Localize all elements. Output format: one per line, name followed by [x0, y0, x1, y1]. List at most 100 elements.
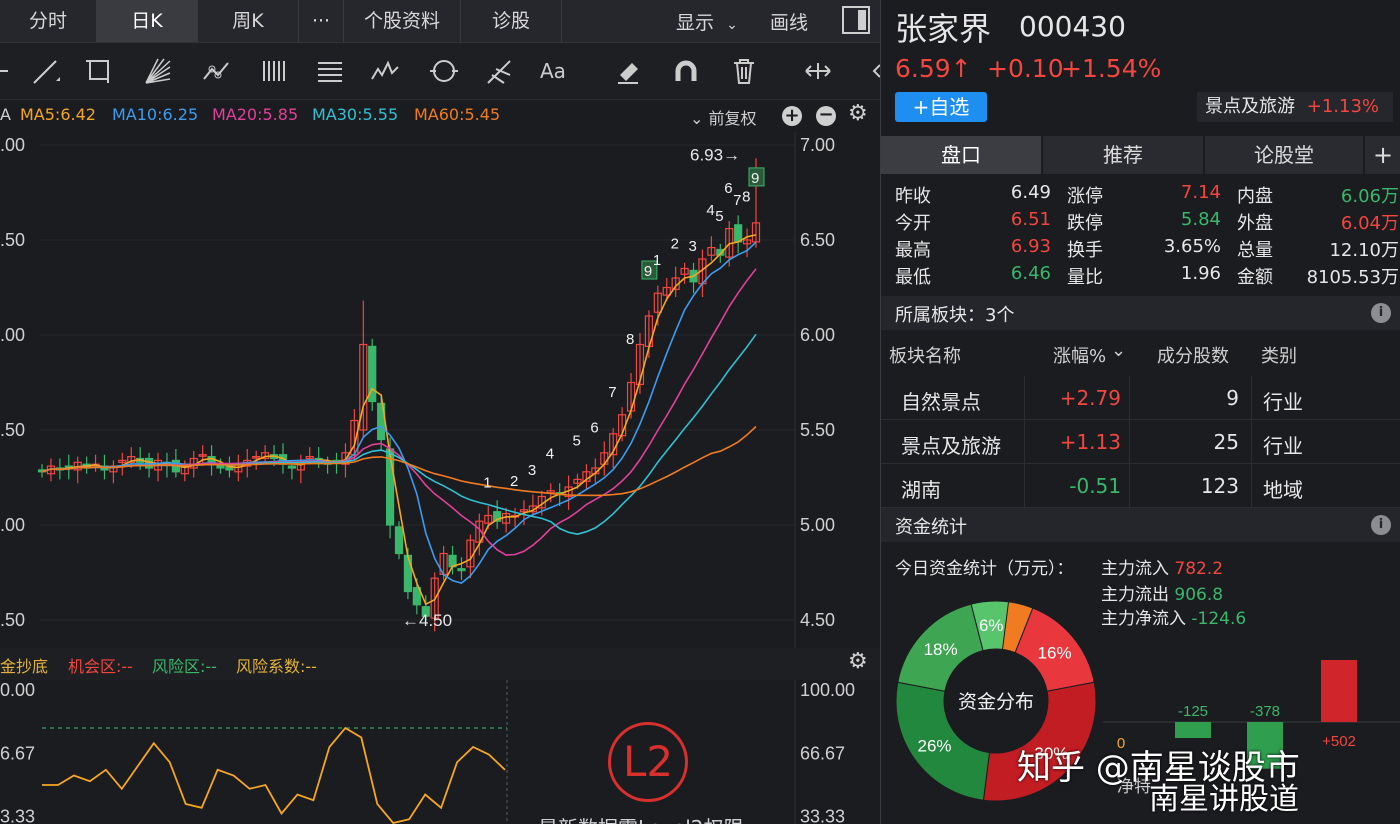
price-tick-right: 6.50	[800, 230, 835, 250]
arrow-tool-icon[interactable]	[0, 55, 18, 87]
add-tab-button[interactable]: +	[1365, 136, 1400, 174]
price-tick-right: 7.00	[800, 135, 835, 155]
tab-diagnose[interactable]: 诊股	[461, 0, 562, 42]
risk-zone-label: 风险区:--	[152, 657, 217, 676]
table-cell: 景点及旅游	[901, 434, 1001, 458]
more-tabs-button[interactable]: ···	[299, 0, 344, 42]
add-watchlist-button[interactable]: +自选	[895, 92, 987, 122]
net-label: 主力净流入	[1101, 609, 1186, 629]
info-icon[interactable]: i	[1371, 303, 1391, 323]
ma20-label: MA20:5.85	[212, 105, 299, 124]
header-count[interactable]: 成分股数	[1157, 342, 1229, 368]
indicator-name[interactable]: 金抄底	[0, 653, 48, 677]
funds-title: 资金统计	[895, 517, 967, 538]
expand-horizontal-icon[interactable]	[802, 55, 834, 87]
price-tick-left: 5.50	[0, 420, 25, 440]
zoom-in-icon[interactable]: +	[782, 106, 802, 126]
donut-label: 16%	[1038, 644, 1072, 663]
price-tick-right: 5.50	[800, 420, 835, 440]
quote-value: 7.14	[1180, 182, 1221, 203]
flow-bar-label: +502	[1322, 733, 1356, 750]
column-divider	[1024, 464, 1025, 507]
cycle-tool-icon[interactable]	[428, 55, 460, 87]
tab-weekly-k[interactable]: 周K	[198, 0, 299, 42]
outflow-value: 906.8	[1174, 585, 1224, 605]
magnet-tool-icon[interactable]	[670, 55, 702, 87]
td-mark: 1	[653, 252, 661, 269]
indicator-tick-right: 33.33	[800, 807, 845, 824]
indicator-tick-right: 66.67	[800, 743, 845, 763]
blocks-table-header: 板块名称 涨幅% ⌄ 成分股数 类别	[881, 332, 1400, 374]
eraser-tool-icon[interactable]	[612, 55, 644, 87]
flow-bar-label: -378	[1250, 703, 1280, 720]
indicator-settings-icon[interactable]: ⚙	[848, 649, 868, 674]
ma-prefix: A	[0, 105, 11, 124]
tab-daily-k[interactable]: 日K	[97, 0, 198, 42]
vertical-lines-tool-icon[interactable]	[258, 55, 290, 87]
info-icon[interactable]: i	[1371, 515, 1391, 535]
candlestick-chart[interactable]: 7.00 7.00 6.50 6.50 6.00 6.00 5.50 5.50 5.00 5.00…	[0, 132, 880, 648]
tab-recommend[interactable]: 推荐	[1043, 136, 1203, 174]
quote-value: 3.65%	[1163, 236, 1221, 257]
tab-stock-info[interactable]: 个股资料	[344, 0, 461, 42]
td-mark: 9	[751, 170, 759, 187]
low-annotation: ←4.50	[402, 611, 452, 630]
column-divider	[1251, 376, 1252, 419]
display-label: 显示	[676, 12, 715, 34]
blocks-header: 所属板块：3个 i	[881, 296, 1400, 330]
panel-toggle-icon[interactable]	[842, 6, 870, 34]
tab-order-book[interactable]: 盘口	[881, 136, 1041, 174]
more-tools-icon[interactable]	[864, 55, 880, 87]
funds-header: 资金统计 i	[881, 508, 1400, 542]
flow-bar	[1321, 660, 1357, 722]
table-row[interactable]: 景点及旅游 +1.13 25 行业	[881, 420, 1400, 464]
quote-value: 1.96	[1180, 263, 1221, 284]
quote-value: 6.46	[1010, 263, 1051, 284]
quote-label: 跌停	[1067, 213, 1103, 234]
quote-value: 12.10万	[1329, 240, 1399, 261]
zoom-out-icon[interactable]: −	[816, 106, 836, 126]
zigzag-tool-icon[interactable]	[370, 55, 402, 87]
level2-paywall[interactable]: L2 最新数据需Level2权限	[538, 712, 800, 824]
quote-label: 外盘	[1237, 213, 1273, 234]
tab-intraday[interactable]: 分时	[0, 0, 97, 42]
high-annotation: 6.93→	[690, 145, 740, 164]
sort-chevron-icon[interactable]: ⌄	[1111, 340, 1126, 361]
l2-logo: L2	[608, 722, 688, 802]
quote-label: 今开	[895, 213, 931, 234]
chevron-down-icon: ⌄	[690, 109, 709, 128]
draw-line-button[interactable]: 画线	[770, 8, 808, 35]
rectangle-tool-icon[interactable]	[84, 55, 116, 87]
table-cell: +2.79	[1059, 386, 1121, 410]
header-block-name[interactable]: 板块名称	[889, 342, 961, 368]
wave-tool-icon[interactable]	[200, 55, 232, 87]
adjust-menu[interactable]: ⌄ 前复权	[690, 105, 757, 129]
gann-tool-icon[interactable]	[484, 55, 516, 87]
table-row[interactable]: 自然景点 +2.79 9 行业	[881, 376, 1400, 420]
quote-label: 昨收	[895, 186, 931, 207]
fan-tool-icon[interactable]	[142, 55, 174, 87]
donut-label: 6%	[979, 616, 1004, 635]
display-menu[interactable]: 显示 ⌄	[676, 8, 738, 35]
sector-pct: +1.13%	[1306, 96, 1379, 117]
stock-code: 000430	[1019, 10, 1126, 43]
td-mark: 9	[644, 263, 652, 280]
trash-icon[interactable]	[728, 55, 760, 87]
quote-value: 8105.53万	[1306, 267, 1399, 288]
table-cell: 123	[1200, 474, 1239, 498]
header-pct[interactable]: 涨幅%	[1053, 342, 1106, 368]
quote-label: 总量	[1237, 240, 1273, 261]
quote-label: 最高	[895, 240, 931, 261]
settings-gear-icon[interactable]: ⚙	[848, 101, 868, 126]
line-tool-icon[interactable]	[30, 55, 62, 87]
text-box-tool-icon[interactable]	[314, 55, 346, 87]
table-row[interactable]: 湖南 -0.51 123 地域	[881, 464, 1400, 508]
risk-coef-label: 风险系数:--	[236, 657, 317, 676]
header-type[interactable]: 类别	[1261, 342, 1297, 368]
td-mark: 2	[671, 236, 679, 253]
text-tool-icon[interactable]: Aa	[540, 55, 580, 87]
tab-forum[interactable]: 论股堂	[1205, 136, 1363, 174]
sector-tag[interactable]: 景点及旅游 +1.13%	[1197, 92, 1393, 122]
td-mark: 5	[715, 208, 723, 225]
td-mark: 7	[733, 192, 741, 209]
